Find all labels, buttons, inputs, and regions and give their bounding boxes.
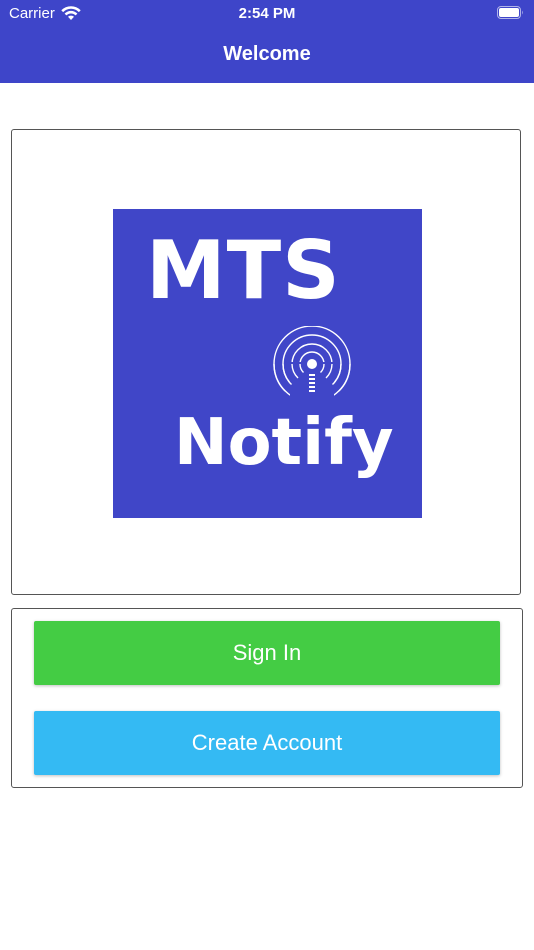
battery-icon	[497, 6, 524, 19]
logo-text-mts: MTS	[146, 224, 341, 317]
signal-tower-icon	[273, 326, 351, 410]
logo-text-notify: Notify	[174, 406, 394, 480]
create-account-button[interactable]: Create Account	[34, 711, 500, 775]
mts-notify-logo: MTS Notify	[113, 209, 422, 518]
sign-in-button[interactable]: Sign In	[34, 621, 500, 685]
page-title: Welcome	[223, 43, 311, 65]
status-time: 2:54 PM	[238, 5, 296, 22]
status-bar: Carrier 2:54 PM	[0, 0, 534, 28]
navigation-bar: Carrier 2:54 PM Welcome	[0, 0, 534, 83]
logo-card: MTS Notify	[11, 129, 521, 595]
auth-buttons-card: Sign In Create Account	[11, 608, 523, 788]
